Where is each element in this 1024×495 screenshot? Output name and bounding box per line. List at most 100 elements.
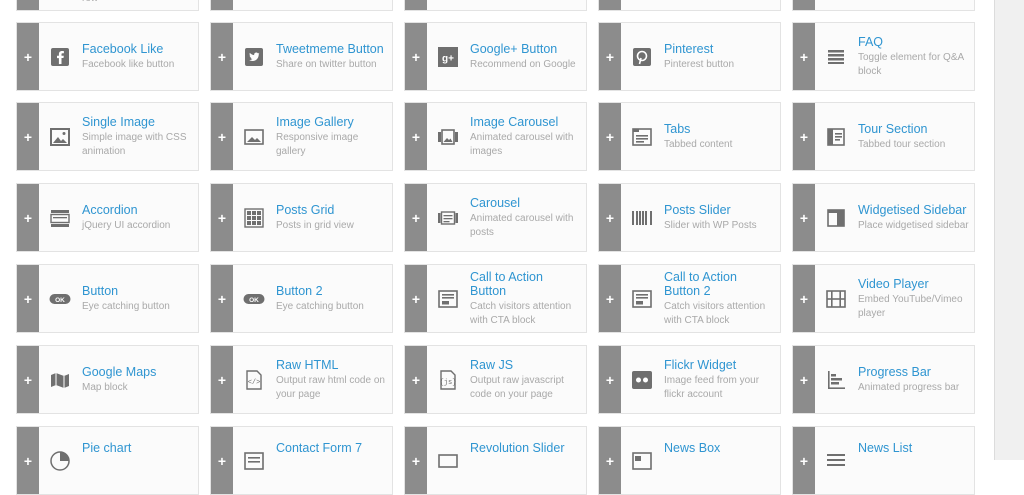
progress-bar-icon	[825, 369, 847, 391]
element-title: Call to Action Button 2	[664, 269, 737, 298]
element-title: Tour Section	[858, 121, 928, 136]
element-card-video-player[interactable]: + Video Player Embed YouTube/Vimeo player	[792, 264, 975, 333]
element-card-pinterest[interactable]: + Pinterest Pinterest button	[598, 22, 781, 91]
pie-chart-icon	[49, 450, 71, 472]
element-card-call-to-action-button-2[interactable]: + Call to Action Button 2 Catch visitors a…	[598, 264, 781, 333]
tour-icon	[825, 126, 847, 148]
element-description: Place widgetised sidebar	[858, 219, 969, 231]
facebook-icon	[49, 46, 71, 68]
add-icon[interactable]: +	[17, 23, 39, 90]
element-card-button[interactable]: + OK Button Eye catching button	[16, 264, 199, 333]
add-icon[interactable]: +	[793, 265, 815, 332]
element-card-partial[interactable]: +	[598, 0, 781, 11]
element-card-tweetmeme-button[interactable]: + Tweetmeme Button Share on twitter button	[210, 22, 393, 91]
element-card-single-image[interactable]: + Single Image Simple image with CSS anima…	[16, 102, 199, 171]
add-icon[interactable]: +	[793, 346, 815, 413]
element-card-partial[interactable]: +	[210, 0, 393, 11]
element-card-posts-slider[interactable]: + Posts Slider Slider with WP Posts	[598, 183, 781, 252]
add-icon[interactable]: +	[599, 23, 621, 90]
add-icon[interactable]: +	[17, 346, 39, 413]
tabs-icon	[631, 126, 653, 148]
element-title: Revolution Slider	[470, 441, 565, 455]
ok-button-icon: OK	[49, 288, 71, 310]
twitter-icon	[243, 46, 265, 68]
scrollbar-track[interactable]	[994, 0, 1024, 460]
add-icon[interactable]: +	[211, 265, 233, 332]
add-icon[interactable]: +	[211, 427, 233, 494]
element-title: Button	[82, 283, 119, 298]
element-card-partial[interactable]: + row	[16, 0, 199, 11]
element-card-raw-html[interactable]: + </> Raw HTML Output raw html code on your…	[210, 345, 393, 414]
add-icon[interactable]: +	[17, 184, 39, 251]
element-description: Output raw javascript code on your page	[470, 374, 564, 400]
add-icon[interactable]: +	[211, 0, 233, 10]
raw-js-icon: {js}	[437, 369, 459, 391]
add-icon[interactable]: +	[793, 0, 815, 10]
element-card-tour-section[interactable]: + Tour Section Tabbed tour section	[792, 102, 975, 171]
element-title: Carousel	[470, 195, 521, 210]
add-icon[interactable]: +	[599, 184, 621, 251]
element-description: Animated carousel with images	[470, 131, 574, 157]
add-icon[interactable]: +	[793, 103, 815, 170]
add-icon[interactable]: +	[793, 23, 815, 90]
add-icon[interactable]: +	[211, 103, 233, 170]
element-card-partial[interactable]: +	[792, 0, 975, 11]
add-icon[interactable]: +	[405, 427, 427, 494]
element-card-progress-bar[interactable]: + Progress Bar Animated progress bar	[792, 345, 975, 414]
add-icon[interactable]: +	[405, 346, 427, 413]
element-card-call-to-action-button[interactable]: + Call to Action Button Catch visitors att…	[404, 264, 587, 333]
add-icon[interactable]: +	[211, 23, 233, 90]
add-icon[interactable]: +	[405, 265, 427, 332]
element-card-accordion[interactable]: + Accordion jQuery UI accordion	[16, 183, 199, 252]
element-description: Catch visitors attention with CTA block	[664, 300, 766, 326]
add-icon[interactable]: +	[599, 265, 621, 332]
add-icon[interactable]: +	[405, 103, 427, 170]
add-icon[interactable]: +	[405, 23, 427, 90]
add-icon[interactable]: +	[17, 265, 39, 332]
element-card-partial[interactable]: +	[404, 0, 587, 11]
element-title: Pie chart	[82, 441, 132, 455]
add-icon[interactable]: +	[17, 0, 39, 10]
revolution-slider-icon	[437, 450, 459, 472]
image-carousel-icon	[437, 126, 459, 148]
svg-text:OK: OK	[249, 296, 259, 303]
accordion-icon	[49, 207, 71, 229]
element-card-news-box[interactable]: + News Box	[598, 426, 781, 495]
add-icon[interactable]: +	[17, 427, 39, 494]
add-icon[interactable]: +	[405, 0, 427, 10]
add-icon[interactable]: +	[17, 103, 39, 170]
element-title: Google+ Button	[470, 41, 558, 56]
element-card-raw-js[interactable]: + {js} Raw JS Output raw javascript code on…	[404, 345, 587, 414]
element-card-flickr-widget[interactable]: + Flickr Widget Image feed from your flick…	[598, 345, 781, 414]
element-card-contact-form-7[interactable]: + Contact Form 7	[210, 426, 393, 495]
element-card-carousel[interactable]: + Carousel Animated carousel with posts	[404, 183, 587, 252]
add-icon[interactable]: +	[211, 184, 233, 251]
element-card-posts-grid[interactable]: + Posts Grid Posts in grid view	[210, 183, 393, 252]
element-card-google-button[interactable]: + g+ Google+ Button Recommend on Google	[404, 22, 587, 91]
svg-text:{js}: {js}	[440, 379, 457, 387]
add-icon[interactable]: +	[793, 184, 815, 251]
element-card-tabs[interactable]: + Tabs Tabbed content	[598, 102, 781, 171]
element-card-faq[interactable]: + FAQ Toggle element for Q&A block	[792, 22, 975, 91]
element-card-image-carousel[interactable]: + Image Carousel Animated carousel with im…	[404, 102, 587, 171]
element-card-pie-chart[interactable]: + Pie chart	[16, 426, 199, 495]
add-icon[interactable]: +	[599, 346, 621, 413]
add-icon[interactable]: +	[793, 427, 815, 494]
element-card-button-2[interactable]: + OK Button 2 Eye catching button	[210, 264, 393, 333]
element-title: Widgetised Sidebar	[858, 202, 967, 217]
svg-text:OK: OK	[55, 296, 65, 303]
add-icon[interactable]: +	[599, 427, 621, 494]
add-icon[interactable]: +	[599, 0, 621, 10]
element-description: jQuery UI accordion	[82, 219, 171, 231]
add-icon[interactable]: +	[405, 184, 427, 251]
add-icon[interactable]: +	[599, 103, 621, 170]
element-card-image-gallery[interactable]: + Image Gallery Responsive image gallery	[210, 102, 393, 171]
element-card-widgetised-sidebar[interactable]: + Widgetised Sidebar Place widgetised side…	[792, 183, 975, 252]
element-card-facebook-like[interactable]: + Facebook Like Facebook like button	[16, 22, 199, 91]
element-card-revolution-slider[interactable]: + Revolution Slider	[404, 426, 587, 495]
news-box-icon	[631, 450, 653, 472]
posts-grid-icon	[243, 207, 265, 229]
element-card-google-maps[interactable]: + Google Maps Map block	[16, 345, 199, 414]
element-card-news-list[interactable]: + News List	[792, 426, 975, 495]
add-icon[interactable]: +	[211, 346, 233, 413]
